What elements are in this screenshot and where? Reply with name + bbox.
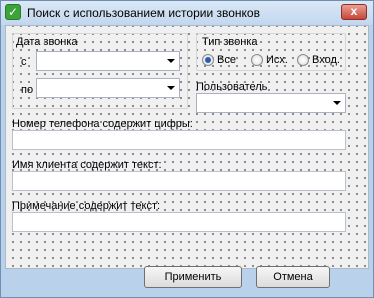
radio-outgoing[interactable] <box>251 54 263 66</box>
date-to-dropdown[interactable] <box>36 78 180 98</box>
checkmark-app-icon: ✓ <box>5 4 21 20</box>
call-date-label: Дата звонка <box>16 36 78 48</box>
note-label: Примечание содержит текст: <box>12 200 161 212</box>
radio-all[interactable] <box>202 54 214 66</box>
chevron-down-icon <box>333 101 341 105</box>
radio-incoming[interactable] <box>297 54 309 66</box>
note-input[interactable] <box>12 212 346 232</box>
chevron-down-icon <box>167 59 175 63</box>
chevron-down-icon <box>167 86 175 90</box>
date-from-label: с <box>21 56 27 68</box>
dialog-footer: Применить Отмена <box>1 266 373 297</box>
user-label: Пользователь <box>196 81 268 93</box>
date-to-label: по <box>21 84 34 96</box>
client-label: Имя клиента содержит текст: <box>12 159 162 171</box>
client-input[interactable] <box>12 171 346 191</box>
cancel-button[interactable]: Отмена <box>256 266 330 288</box>
radio-all-label[interactable]: Все <box>217 54 236 66</box>
radio-outgoing-label[interactable]: Исх. <box>266 54 288 66</box>
search-call-history-dialog: ✓ Поиск с использованием истории звонков… <box>0 0 374 298</box>
dialog-body: Дата звонка с по Тип звонка Все Исх. Вхо… <box>5 25 369 269</box>
radio-incoming-label[interactable]: Вход. <box>312 54 340 66</box>
user-dropdown[interactable] <box>196 93 346 113</box>
window-title: Поиск с использованием истории звонков <box>27 6 260 20</box>
call-type-label: Тип звонка <box>202 36 258 48</box>
phone-label: Номер телефона содержит цифры: <box>12 118 193 130</box>
apply-button[interactable]: Применить <box>144 266 242 288</box>
title-bar[interactable]: ✓ Поиск с использованием истории звонков… <box>1 1 373 25</box>
date-from-dropdown[interactable] <box>36 51 180 71</box>
close-button[interactable]: x <box>341 4 367 20</box>
phone-input[interactable] <box>12 130 346 150</box>
